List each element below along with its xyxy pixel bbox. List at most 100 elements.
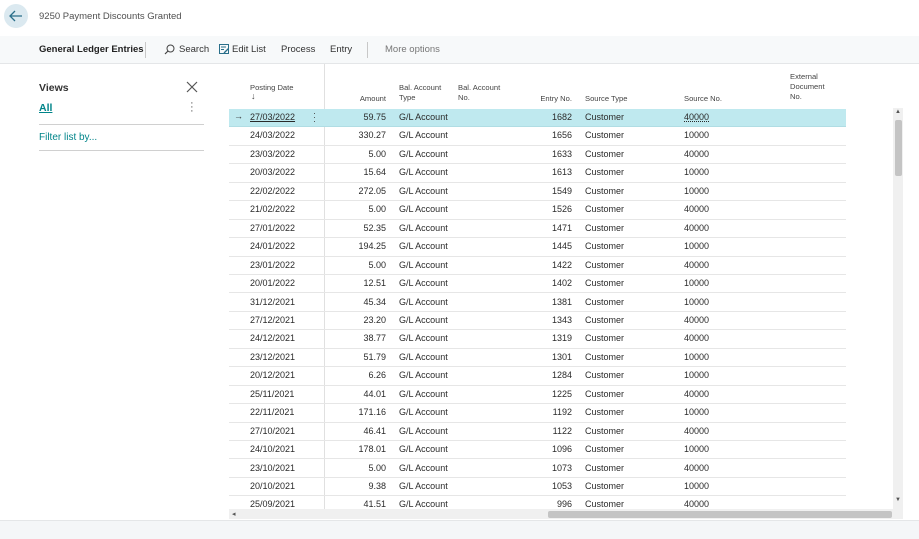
cell-source-no[interactable]: 40000 [684, 112, 709, 122]
cell-entry-no[interactable]: 1192 [529, 407, 572, 417]
cell-posting-date[interactable]: 25/11/2021 [250, 389, 294, 399]
table-row[interactable]: 25/09/2021 41.51 G/L Account 996 Customer 400… [229, 496, 846, 509]
cell-source-no[interactable]: 10000 [684, 370, 709, 380]
cell-source-type[interactable]: Customer [585, 389, 624, 399]
cell-amount[interactable]: 5.00 [325, 204, 386, 214]
cell-amount[interactable]: 15.64 [325, 167, 386, 177]
header-entry-no[interactable]: Entry No. [529, 94, 572, 104]
cell-amount[interactable]: 52.35 [325, 223, 386, 233]
cell-bal-account-type[interactable]: G/L Account [399, 204, 448, 214]
header-source-no[interactable]: Source No. [684, 94, 722, 104]
cell-source-no[interactable]: 40000 [684, 499, 709, 509]
cell-bal-account-type[interactable]: G/L Account [399, 426, 448, 436]
cell-source-type[interactable]: Customer [585, 241, 624, 251]
process-menu[interactable]: Process [281, 44, 315, 55]
cell-entry-no[interactable]: 1445 [529, 241, 572, 251]
cell-posting-date[interactable]: 27/01/2022 [250, 223, 295, 233]
cell-entry-no[interactable]: 1682 [529, 112, 572, 122]
table-row[interactable]: 27/01/2022 52.35 G/L Account 1471 Customer 40… [229, 220, 846, 239]
cell-bal-account-type[interactable]: G/L Account [399, 260, 448, 270]
cell-posting-date[interactable]: 31/12/2021 [250, 297, 295, 307]
cell-bal-account-type[interactable]: G/L Account [399, 241, 448, 251]
cell-source-type[interactable]: Customer [585, 370, 624, 380]
scroll-left-icon[interactable]: ◂ [232, 510, 236, 518]
cell-bal-account-type[interactable]: G/L Account [399, 278, 448, 288]
cell-source-type[interactable]: Customer [585, 149, 624, 159]
cell-entry-no[interactable]: 1613 [529, 167, 572, 177]
table-row[interactable]: 23/12/2021 51.79 G/L Account 1301 Customer 10… [229, 349, 846, 368]
cell-source-type[interactable]: Customer [585, 130, 624, 140]
table-row[interactable]: 24/03/2022 330.27 G/L Account 1656 Customer 1… [229, 127, 846, 146]
header-source-type[interactable]: Source Type [585, 94, 628, 104]
cell-bal-account-type[interactable]: G/L Account [399, 149, 448, 159]
search-button[interactable]: Search [179, 44, 209, 55]
cell-source-no[interactable]: 10000 [684, 186, 709, 196]
cell-posting-date[interactable]: 21/02/2022 [250, 204, 295, 214]
cell-posting-date[interactable]: 25/09/2021 [250, 499, 295, 509]
cell-source-no[interactable]: 40000 [684, 223, 709, 233]
cell-amount[interactable]: 41.51 [325, 499, 386, 509]
cell-entry-no[interactable]: 1422 [529, 260, 572, 270]
cell-source-type[interactable]: Customer [585, 463, 624, 473]
cell-source-type[interactable]: Customer [585, 333, 624, 343]
cell-amount[interactable]: 59.75 [325, 112, 386, 122]
cell-source-type[interactable]: Customer [585, 499, 624, 509]
cell-entry-no[interactable]: 1053 [529, 481, 572, 491]
vertical-scroll-thumb[interactable] [895, 120, 902, 176]
table-row[interactable]: 24/10/2021 178.01 G/L Account 1096 Customer 1… [229, 441, 846, 460]
entry-menu[interactable]: Entry [330, 44, 352, 55]
cell-posting-date[interactable]: 20/10/2021 [250, 481, 295, 491]
cell-amount[interactable]: 51.79 [325, 352, 386, 362]
horizontal-scrollbar[interactable]: ◂ [229, 509, 903, 519]
table-row[interactable]: 23/03/2022 5.00 G/L Account 1633 Customer 400… [229, 146, 846, 165]
cell-amount[interactable]: 5.00 [325, 260, 386, 270]
table-row[interactable]: 21/02/2022 5.00 G/L Account 1526 Customer 400… [229, 201, 846, 220]
table-row[interactable]: 27/10/2021 46.41 G/L Account 1122 Customer 40… [229, 423, 846, 442]
cell-amount[interactable]: 5.00 [325, 149, 386, 159]
table-row[interactable]: 27/12/2021 23.20 G/L Account 1343 Customer 40… [229, 312, 846, 331]
table-row[interactable]: 20/12/2021 6.26 G/L Account 1284 Customer 100… [229, 367, 846, 386]
cell-amount[interactable]: 46.41 [325, 426, 386, 436]
table-row[interactable]: 23/01/2022 5.00 G/L Account 1422 Customer 400… [229, 257, 846, 275]
cell-bal-account-type[interactable]: G/L Account [399, 407, 448, 417]
cell-source-no[interactable]: 10000 [684, 352, 709, 362]
cell-posting-date[interactable]: 23/12/2021 [250, 352, 295, 362]
cell-source-type[interactable]: Customer [585, 186, 624, 196]
cell-amount[interactable]: 171.16 [325, 407, 386, 417]
cell-amount[interactable]: 330.27 [325, 130, 386, 140]
cell-source-no[interactable]: 10000 [684, 444, 709, 454]
cell-amount[interactable]: 178.01 [325, 444, 386, 454]
table-row[interactable]: 20/03/2022 15.64 G/L Account 1613 Customer 10… [229, 164, 846, 183]
cell-source-type[interactable]: Customer [585, 278, 624, 288]
cell-source-no[interactable]: 10000 [684, 297, 709, 307]
cell-posting-date[interactable]: 24/01/2022 [250, 241, 295, 251]
view-all-link[interactable]: All [39, 102, 52, 114]
table-row[interactable]: 24/12/2021 38.77 G/L Account 1319 Customer 40… [229, 330, 846, 349]
cell-bal-account-type[interactable]: G/L Account [399, 444, 448, 454]
header-bal-account-type[interactable]: Bal. Account Type [399, 83, 441, 103]
cell-entry-no[interactable]: 1301 [529, 352, 572, 362]
cell-amount[interactable]: 9.38 [325, 481, 386, 491]
cell-entry-no[interactable]: 1381 [529, 297, 572, 307]
edit-list-button[interactable]: Edit List [232, 44, 266, 55]
cell-source-no[interactable]: 40000 [684, 149, 709, 159]
cell-posting-date[interactable]: 23/01/2022 [250, 260, 295, 270]
cell-entry-no[interactable]: 1402 [529, 278, 572, 288]
cell-entry-no[interactable]: 1073 [529, 463, 572, 473]
table-row[interactable]: → · · · 27/03/2022 59.75 G/L Account 1682 Custom… [229, 109, 846, 128]
cell-bal-account-type[interactable]: G/L Account [399, 223, 448, 233]
cell-amount[interactable]: 23.20 [325, 315, 386, 325]
cell-posting-date[interactable]: 22/11/2021 [250, 407, 294, 417]
cell-source-type[interactable]: Customer [585, 260, 624, 270]
cell-amount[interactable]: 38.77 [325, 333, 386, 343]
cell-entry-no[interactable]: 1526 [529, 204, 572, 214]
cell-source-type[interactable]: Customer [585, 481, 624, 491]
cell-source-no[interactable]: 10000 [684, 278, 709, 288]
cell-source-type[interactable]: Customer [585, 223, 624, 233]
cell-entry-no[interactable]: 1549 [529, 186, 572, 196]
cell-posting-date[interactable]: 23/10/2021 [250, 463, 295, 473]
cell-bal-account-type[interactable]: G/L Account [399, 499, 448, 509]
cell-entry-no[interactable]: 1284 [529, 370, 572, 380]
cell-posting-date[interactable]: 23/03/2022 [250, 149, 295, 159]
cell-bal-account-type[interactable]: G/L Account [399, 315, 448, 325]
